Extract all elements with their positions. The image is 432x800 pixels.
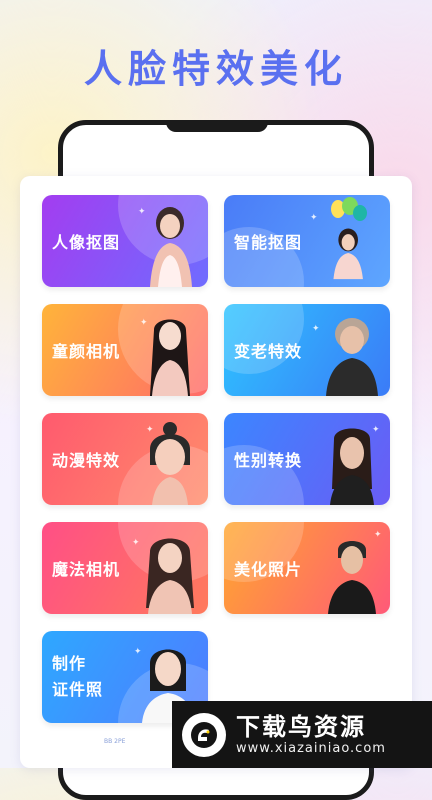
card-label: 制作 证件照	[52, 631, 103, 723]
card-label: 人像抠图	[52, 233, 121, 252]
woman-portrait-icon	[150, 319, 190, 396]
bird-logo-icon	[182, 712, 226, 757]
card-smart-cutout[interactable]: ✦ 智能抠图	[224, 195, 390, 287]
card-label: 变老特效	[234, 342, 303, 361]
card-beautify-photo[interactable]: ✦ 美化照片	[224, 522, 390, 614]
feature-panel: ✦ 人像抠图 ✦ 智能抠图 ✦ 童颜相机 ✦ 变老特效 ✦ 动漫特效 ✦ 性别转…	[20, 176, 412, 768]
card-label: 动漫特效	[52, 451, 121, 470]
footer-tiny-text: BB 2PE	[104, 738, 126, 745]
card-label: 性别转换	[234, 451, 303, 470]
card-label: 美化照片	[234, 560, 303, 579]
card-label: 智能抠图	[234, 233, 303, 252]
card-portrait-cutout[interactable]: ✦ 人像抠图	[42, 195, 208, 287]
anime-portrait-icon	[150, 422, 190, 505]
girl-portrait-icon	[333, 228, 363, 280]
watermark-banner: 下载鸟资源 www.xiazainiao.com	[172, 701, 432, 768]
woman-portrait-icon	[146, 538, 194, 614]
page-headline: 人脸特效美化	[83, 47, 348, 91]
card-magic-camera[interactable]: ✦ 魔法相机	[42, 522, 208, 614]
card-youth-camera[interactable]: ✦ 童颜相机	[42, 304, 208, 396]
woman-portrait-icon	[150, 207, 192, 287]
sparkle-icon: ✦	[310, 213, 318, 223]
card-aging-effect[interactable]: ✦ 变老特效	[224, 304, 390, 396]
person-portrait-icon	[330, 428, 374, 505]
watermark-text: 下载鸟资源 www.xiazainiao.com	[236, 713, 386, 756]
card-label-line2: 证件照	[52, 680, 104, 699]
card-gender-swap[interactable]: ✦ 性别转换	[224, 413, 390, 505]
phone-notch	[166, 120, 268, 132]
watermark-url: www.xiazainiao.com	[236, 741, 386, 756]
card-label: 魔法相机	[52, 560, 121, 579]
elderly-woman-portrait-icon	[326, 318, 378, 396]
card-label: 童颜相机	[52, 342, 121, 361]
card-label-line1: 制作	[52, 654, 87, 673]
man-portrait-icon	[328, 541, 376, 614]
watermark-name: 下载鸟资源	[236, 713, 366, 741]
card-anime-effect[interactable]: ✦ 动漫特效	[42, 413, 208, 505]
